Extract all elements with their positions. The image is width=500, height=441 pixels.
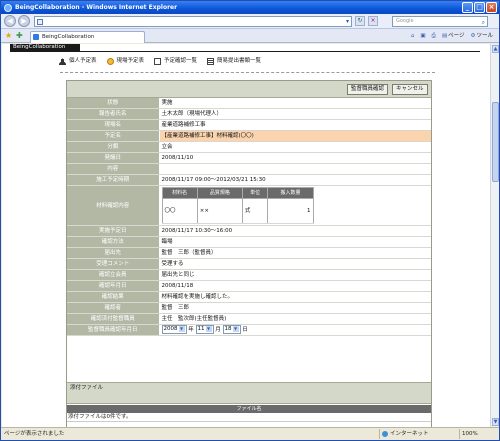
status-bar: ページが表示されました インターネット 100% (1, 427, 499, 440)
vertical-scrollbar[interactable]: ▲ ▼ (490, 44, 499, 427)
page-icon (37, 19, 43, 25)
row-submit-to: 届出先 監督 三郎（監督員） (67, 247, 431, 259)
row-supervisor-confirm-date: 監督職員確認年月日 2008 ▼ 年 11 ▼ 月 18 ▼ 日 (67, 324, 431, 336)
url-input[interactable]: ▾ (34, 16, 352, 27)
row-category: 分類 立会 (67, 141, 431, 153)
row-reporter: 報告者氏名 土木太郎（現場代理人） (67, 108, 431, 120)
browser-tab[interactable]: BeingCollaboration (30, 31, 145, 43)
person-icon (59, 57, 66, 65)
row-result: 確認結果 材料確認を実施し確認した。 (67, 291, 431, 303)
page-header: BeingCollaboration (10, 44, 80, 51)
stop-icon[interactable]: × (368, 16, 378, 26)
status-text: ページが表示されました (4, 431, 65, 437)
detail-form: 状態 実施 報告者氏名 土木太郎（現場代理人） 現場名 産業道路補修工事 予定名… (67, 98, 431, 336)
nav-site-schedule[interactable]: 現場予定表 (106, 57, 144, 65)
row-site: 現場名 産業道路補修工事 (67, 119, 431, 131)
address-bar: ◀ ▶ ▾ ↻ × Google ⌕ (1, 14, 499, 29)
zoom-level[interactable]: 100% (459, 429, 478, 439)
attachments-column-header: ファイル名 (67, 405, 431, 413)
tab-bar: ★ ✚ BeingCollaboration ⌂ ▣ ⎙ ▤ ページ ⚙ ツール (1, 29, 499, 43)
row-content: 内容 (67, 163, 431, 175)
detail-panel: 監督職員確認 キャンセル 状態 実施 報告者氏名 土木太郎（現場代理人） 現場名… (66, 80, 432, 427)
search-icon[interactable]: ⌕ (482, 18, 485, 27)
row-chief-supervisor: 確認済付監督職員 主任 監次郎(主任監督員) (67, 313, 431, 325)
row-receipt-comment: 受理コメント 受理する (67, 258, 431, 270)
maximize-button[interactable]: □ (474, 2, 485, 13)
month-select[interactable]: 11 ▼ (195, 325, 214, 334)
nav-simple-submission-list[interactable]: 簡易提出書類一覧 (207, 57, 261, 65)
row-witness: 確認立会員 届出先と同じ (67, 269, 431, 281)
action-bar: 監督職員確認 キャンセル (67, 81, 431, 98)
add-favorites-icon[interactable]: ✚ (16, 31, 23, 41)
row-method: 確認方法 臨場 (67, 236, 431, 248)
back-button[interactable]: ◀ (4, 15, 16, 27)
browser-window: BeingCollaboration - Windows Internet Ex… (0, 0, 500, 441)
list-icon (207, 57, 215, 65)
scroll-up-icon[interactable]: ▲ (492, 45, 499, 53)
search-input[interactable]: Google ⌕ (392, 16, 488, 27)
title-bar: BeingCollaboration - Windows Internet Ex… (1, 1, 499, 14)
favorites-star-icon[interactable]: ★ (5, 31, 12, 41)
nav-schedule-confirm-list[interactable]: 予定確認一覧 (154, 57, 197, 65)
day-select[interactable]: 18 ▼ (222, 325, 241, 334)
nav-personal-schedule[interactable]: 個人予定表 (59, 57, 97, 65)
chevron-down-icon: ▼ (232, 326, 239, 332)
bubble-icon (106, 57, 114, 65)
row-status: 状態 実施 (67, 98, 431, 109)
row-issue-date: 発議日 2008/11/10 (67, 152, 431, 164)
supervisor-confirm-button[interactable]: 監督職員確認 (347, 84, 389, 95)
row-schedule-name: 予定名 【産業道路補修工事】材料確認(〇〇) (67, 130, 431, 142)
close-button[interactable]: × (486, 2, 497, 13)
dropdown-arrow-icon[interactable]: ▾ (346, 18, 349, 25)
row-confirmer: 確認者 監督 三郎 (67, 302, 431, 314)
chevron-down-icon: ▼ (178, 326, 185, 332)
chevron-down-icon: ▼ (205, 326, 212, 332)
home-icon[interactable]: ⌂ (411, 31, 415, 41)
internet-zone: インターネット (379, 429, 429, 439)
forward-button[interactable]: ▶ (18, 15, 30, 27)
table-row: 〇〇 ×× 式 1 (161, 198, 314, 224)
top-navigation: 個人予定表 現場予定表 予定確認一覧 簡易提出書類一覧 (59, 57, 261, 65)
tab-page-icon (33, 34, 39, 40)
scroll-down-icon[interactable]: ▼ (492, 418, 499, 426)
page-content: BeingCollaboration 個人予定表 現場予定表 予定確認一覧 簡易… (2, 44, 490, 427)
feeds-icon[interactable]: ▣ (420, 31, 425, 41)
attachments-section: 添付ファイル (67, 382, 431, 404)
cancel-button[interactable]: キャンセル (392, 84, 428, 95)
year-select[interactable]: 2008 ▼ (161, 325, 187, 334)
scroll-thumb[interactable] (492, 102, 499, 182)
attachments-empty-text: 添付ファイルは0件です。 (67, 413, 431, 422)
row-planned-date: 実施予定日 2008/11/17 10:30～16:00 (67, 225, 431, 237)
row-materials: 材料確認内容 材料名 品質規格 単位 搬入数量 〇〇 ×× 式 1 (67, 185, 431, 226)
refresh-icon[interactable]: ↻ (355, 16, 365, 26)
nav-divider (60, 72, 435, 73)
minimize-button[interactable]: _ (462, 2, 473, 13)
page-menu[interactable]: ▤ ページ (442, 31, 465, 41)
materials-table: 材料名 品質規格 単位 搬入数量 〇〇 ×× 式 1 (161, 187, 314, 224)
ie-icon (4, 4, 12, 12)
print-icon[interactable]: ⎙ (432, 31, 436, 41)
window-title: BeingCollaboration - Windows Internet Ex… (15, 4, 178, 11)
row-confirm-date: 確認年月日 2008/11/18 (67, 280, 431, 292)
row-construction-period: 施工予定時期 2008/11/17 09:00～2012/03/21 15:30 (67, 174, 431, 186)
document-icon (154, 57, 162, 65)
tools-menu[interactable]: ⚙ ツール (471, 31, 493, 41)
header-divider (10, 51, 480, 52)
